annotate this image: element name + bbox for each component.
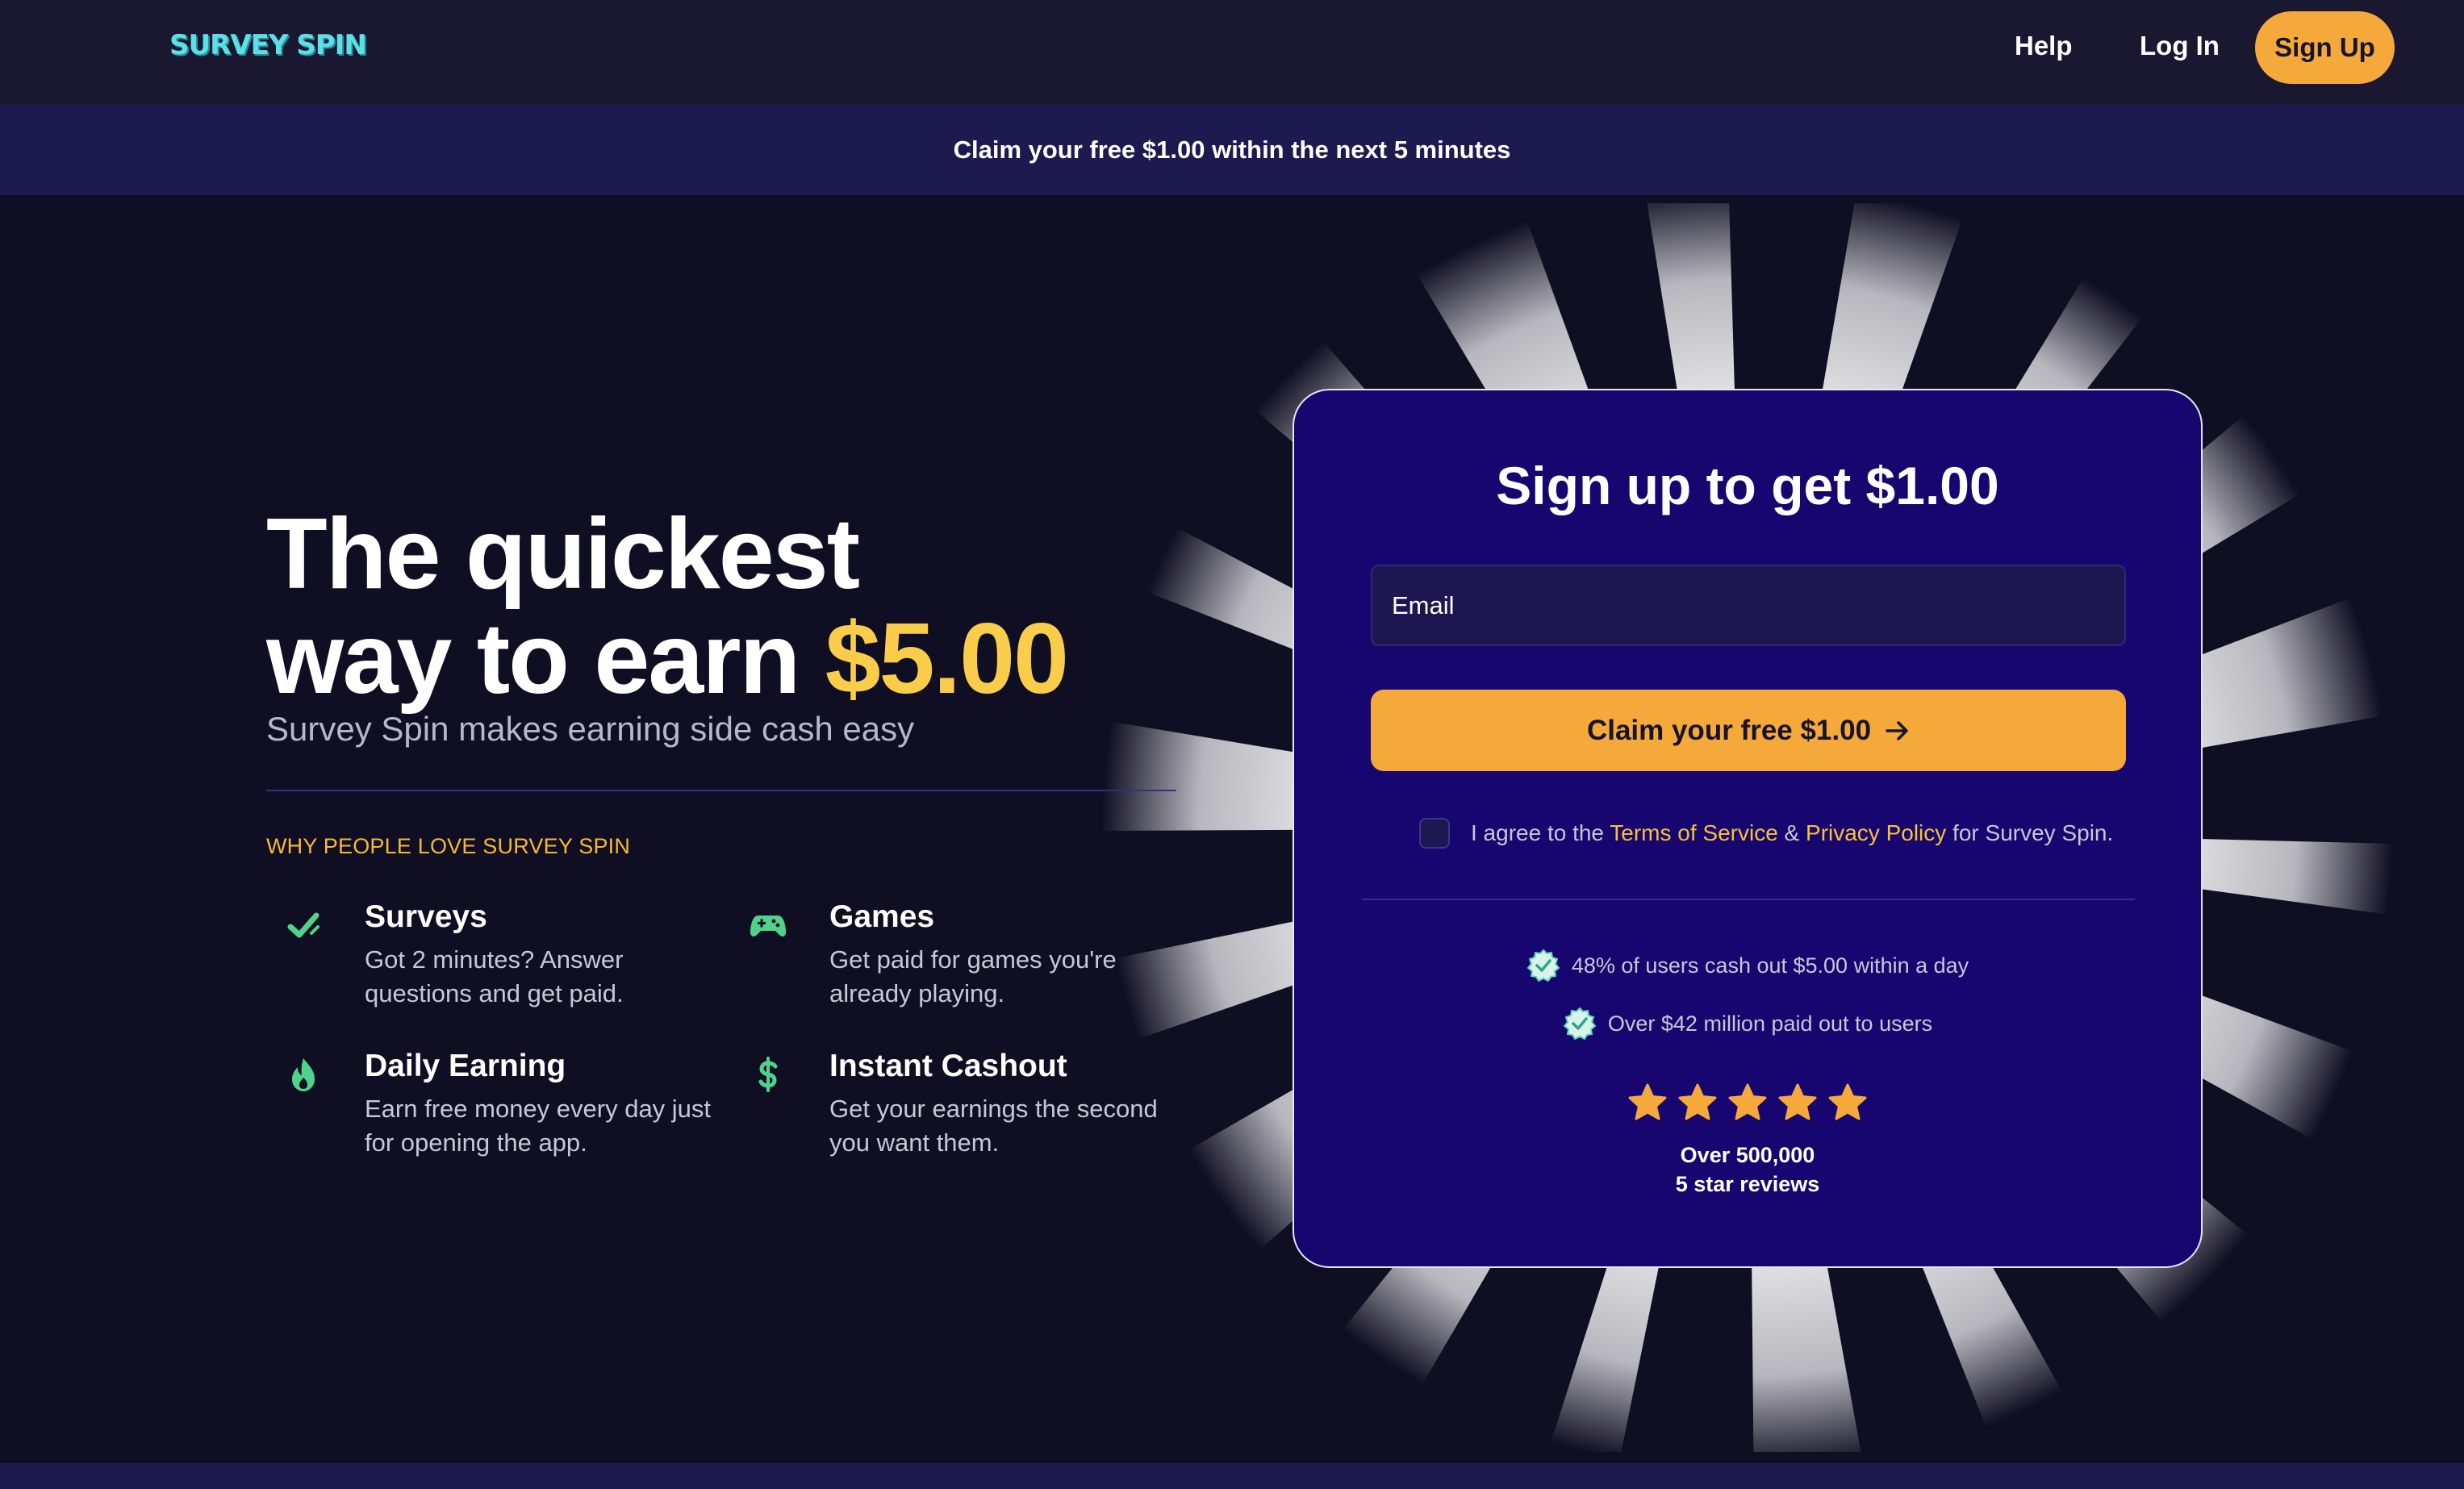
headline-amount: $5.00 (825, 603, 1069, 715)
top-nav: SURVEY SPIN Help Log In Sign Up (0, 0, 2464, 104)
star-icon (1728, 1083, 1767, 1120)
footer-band (0, 1463, 2464, 1489)
login-link[interactable]: Log In (2140, 31, 2220, 61)
reviews-line-1: Over 500,000 (1680, 1143, 1815, 1167)
reviews-line-2: 5 star reviews (1675, 1172, 1820, 1196)
card-divider (1362, 899, 2135, 900)
hero-divider (266, 790, 1176, 791)
feature-desc: Get your earnings the second you want th… (829, 1095, 1158, 1157)
feature-title: Instant Cashout (829, 1049, 1067, 1083)
feature-desc: Got 2 minutes? Answer questions and get … (365, 945, 624, 1007)
why-title: WHY PEOPLE LOVE SURVEY SPIN (266, 834, 631, 858)
verified-badge-icon (1526, 949, 1560, 982)
agree-amp: & (1777, 820, 1806, 845)
claim-button-label: Claim your free $1.00 (1586, 714, 1872, 746)
agree-prefix: I agree to the (1471, 820, 1610, 845)
feature-title: Surveys (365, 899, 487, 934)
feature-title: Games (829, 899, 935, 934)
promo-banner: Claim your free $1.00 within the next 5 … (0, 104, 2464, 195)
claim-button[interactable]: Claim your free $1.00 (1371, 690, 2126, 771)
signup-card-title: Sign up to get $1.00 (1496, 456, 1999, 515)
verified-badge-icon (1563, 1007, 1597, 1041)
feature-desc: Earn free money every day just for openi… (365, 1095, 712, 1157)
check-icon (287, 912, 319, 938)
arrow-right-icon (1886, 720, 1908, 740)
terms-of-service-link[interactable]: Terms of Service (1610, 820, 1778, 845)
survey-spin-logo[interactable]: SURVEY SPIN (169, 29, 367, 61)
stat-paid-out: Over $42 million paid out to users (1294, 1007, 2201, 1041)
headline-line-1: The quickest (266, 498, 860, 610)
signup-button[interactable]: Sign Up (2255, 11, 2395, 84)
feature-desc: Get paid for games you're already playin… (829, 945, 1117, 1007)
hero-headline: The quickest way to earn $5.00 (266, 498, 1069, 711)
gamepad-icon (750, 916, 787, 936)
privacy-policy-link[interactable]: Privacy Policy (1806, 820, 1946, 845)
help-link[interactable]: Help (2015, 31, 2073, 61)
reviews-count: Over 500,000 5 star reviews (1294, 1141, 2201, 1199)
feature-title: Daily Earning (365, 1049, 566, 1083)
terms-agreement-text: I agree to the Terms of Service & Privac… (1471, 820, 2113, 846)
hero-subheadline: Survey Spin makes earning side cash easy (266, 710, 915, 748)
star-icon (1778, 1083, 1817, 1120)
headline-line-2: way to earn $5.00 (266, 607, 1069, 711)
signup-card: Sign up to get $1.00 Claim your free $1.… (1293, 389, 2203, 1268)
stat-cashout-rate: 48% of users cash out $5.00 within a day (1294, 949, 2201, 982)
star-icon (1828, 1083, 1867, 1120)
star-icon (1628, 1083, 1667, 1120)
terms-agreement: I agree to the Terms of Service & Privac… (1419, 818, 2113, 849)
stat-cashout-text: 48% of users cash out $5.00 within a day (1571, 953, 1969, 978)
stat-paid-out-text: Over $42 million paid out to users (1607, 1011, 1933, 1036)
email-field[interactable] (1371, 565, 2126, 646)
flame-icon (292, 1058, 315, 1091)
agree-suffix: for Survey Spin. (1946, 820, 2114, 845)
dollar-icon (758, 1057, 778, 1092)
star-icon (1678, 1083, 1717, 1120)
terms-checkbox[interactable] (1419, 818, 1450, 849)
star-rating (1294, 1082, 2201, 1123)
headline-line-2-text: way to earn (266, 603, 800, 715)
promo-banner-text: Claim your free $1.00 within the next 5 … (953, 135, 1511, 164)
